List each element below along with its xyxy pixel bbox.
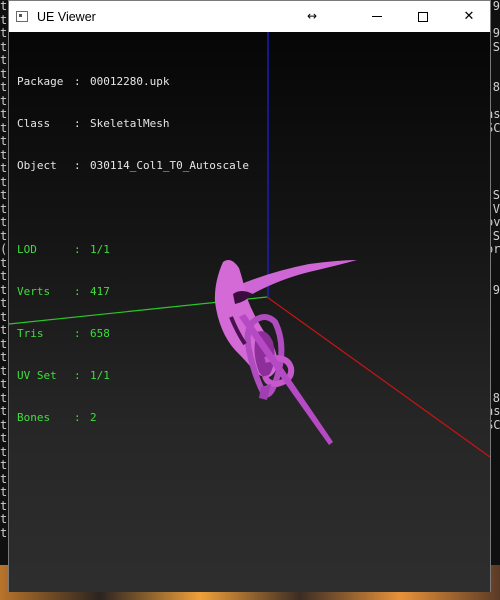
close-icon: ✕ bbox=[463, 9, 475, 24]
mesh-info-overlay: Package:00012280.upk Class: SkeletalMesh … bbox=[17, 47, 249, 453]
app-window-icon bbox=[16, 11, 28, 22]
info-row-uvset: UV Set:1/1 bbox=[17, 369, 110, 382]
info-row-tris: Tris:658 bbox=[17, 327, 110, 340]
x-axis-line bbox=[266, 296, 490, 458]
info-row-class: Class: SkeletalMesh bbox=[17, 117, 170, 130]
info-row-object: Object:030114_Col1_T0_Autoscale bbox=[17, 159, 249, 172]
info-row-bones: Bones:2 bbox=[17, 411, 97, 424]
info-row-lod: LOD:1/1 bbox=[17, 243, 110, 256]
minimize-icon bbox=[372, 16, 382, 17]
info-row-package: Package:00012280.upk bbox=[17, 75, 170, 88]
window-title: UE Viewer bbox=[37, 9, 96, 24]
3d-viewport[interactable]: Package:00012280.upk Class: SkeletalMesh … bbox=[9, 32, 490, 592]
info-row-verts: Verts:417 bbox=[17, 285, 110, 298]
maximize-button[interactable] bbox=[400, 1, 446, 32]
maximize-icon bbox=[418, 11, 428, 22]
resize-arrows-icon: ↔ bbox=[307, 9, 318, 23]
ue-viewer-window: UE Viewer ↔ ✕ Package: 00012280.upk Cla… bbox=[8, 0, 491, 592]
minimize-button[interactable] bbox=[354, 1, 400, 32]
close-button[interactable]: ✕ bbox=[446, 1, 492, 32]
title-bar[interactable]: UE Viewer ↔ ✕ bbox=[9, 1, 490, 32]
